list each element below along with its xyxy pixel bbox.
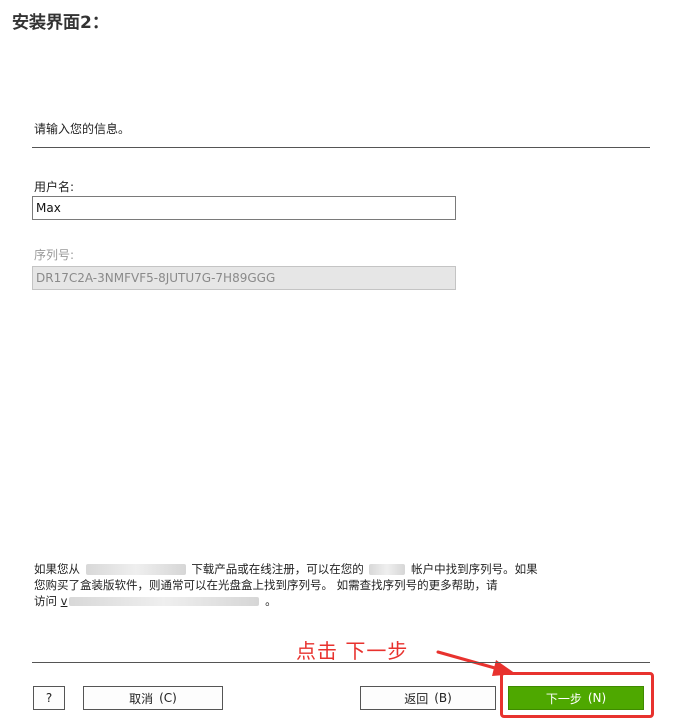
back-button-label: 返回 <box>404 691 429 706</box>
help-button[interactable]: ? <box>33 686 65 710</box>
serial-number-field <box>32 266 456 290</box>
next-button[interactable]: 下一步 (N) <box>508 686 644 710</box>
help-line-1: 如果您从 下载产品或在线注册，可以在您的 帐户中找到序列号。如果 <box>34 561 654 577</box>
cancel-button[interactable]: 取消 (C) <box>83 686 223 710</box>
redacted-block <box>85 564 186 575</box>
help-line-2: 您购买了盒装版软件，则通常可以在光盘盒上找到序列号。 如需查找序列号的更多帮助，… <box>34 578 498 592</box>
help-line-3: 访问 v 。 <box>34 593 654 609</box>
top-divider <box>32 147 650 148</box>
help-text-part: 访问 <box>34 594 57 608</box>
bottom-divider <box>32 662 650 663</box>
back-shortcut: (B) <box>434 691 452 705</box>
back-button[interactable]: 返回 (B) <box>360 686 496 710</box>
cancel-button-label: 取消 <box>129 691 154 706</box>
help-text-part: 下载产品或在线注册，可以在您的 <box>191 562 364 576</box>
help-text-part: 帐户中找到序列号。如果 <box>411 562 538 576</box>
username-label: 用户名: <box>34 180 75 194</box>
install-dialog: 请输入您的信息。 用户名: 序列号: 如果您从 下载产品或在线注册，可以在您的 … <box>0 0 674 723</box>
help-link-text: v <box>60 594 68 608</box>
serial-label: 序列号: <box>34 248 75 262</box>
next-button-label: 下一步 <box>545 691 582 706</box>
cancel-shortcut: (C) <box>159 691 177 705</box>
redacted-block <box>69 597 260 606</box>
username-field[interactable] <box>32 196 456 220</box>
help-link[interactable]: v <box>61 594 262 608</box>
help-text-part: 。 <box>265 594 277 608</box>
help-text-part: 如果您从 <box>34 562 80 576</box>
redacted-block <box>369 564 406 575</box>
info-prompt: 请输入您的信息。 <box>34 122 131 136</box>
click-next-annotation: 点击 下一步 <box>296 639 409 663</box>
serial-help-text: 如果您从 下载产品或在线注册，可以在您的 帐户中找到序列号。如果 您购买了盒装版… <box>34 561 654 609</box>
next-shortcut: (N) <box>587 691 607 705</box>
